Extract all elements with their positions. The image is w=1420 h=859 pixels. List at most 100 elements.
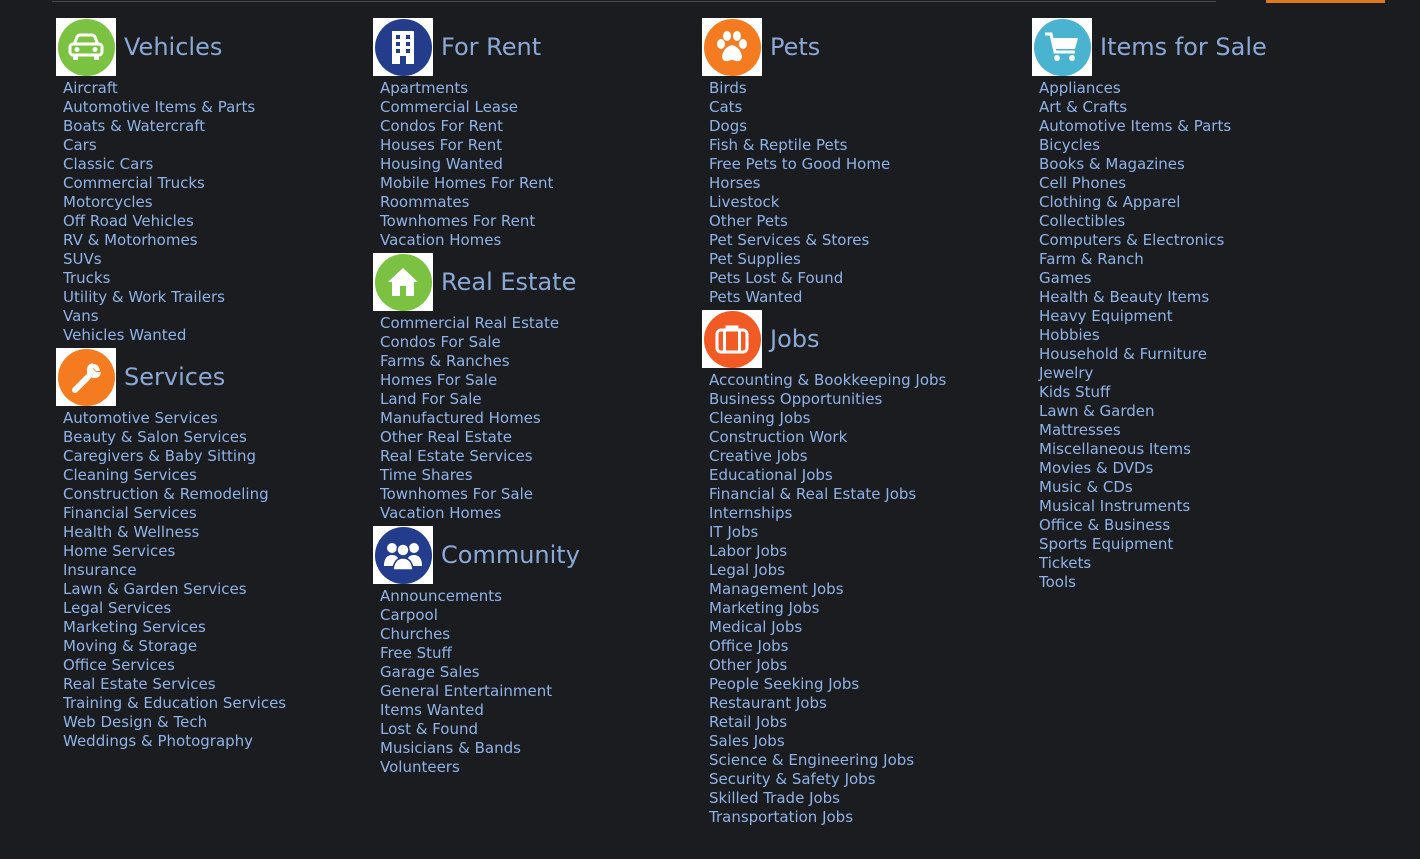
link-bicycles[interactable]: Bicycles <box>1039 136 1267 155</box>
link-label[interactable]: Cats <box>709 98 742 116</box>
link-pet-supplies[interactable]: Pet Supplies <box>709 250 946 269</box>
link-label[interactable]: Farms & Ranches <box>380 352 510 370</box>
link-label[interactable]: Fish & Reptile Pets <box>709 136 847 154</box>
link-label[interactable]: Lost & Found <box>380 720 478 738</box>
link-label[interactable]: Vacation Homes <box>380 231 501 249</box>
link-label[interactable]: Legal Jobs <box>709 561 785 579</box>
link-townhomes-for-sale[interactable]: Townhomes For Sale <box>380 485 580 504</box>
link-caregivers-and-baby-sitting[interactable]: Caregivers & Baby Sitting <box>63 447 286 466</box>
link-label[interactable]: Medical Jobs <box>709 618 802 636</box>
link-label[interactable]: Other Real Estate <box>380 428 512 446</box>
link-label[interactable]: Household & Furniture <box>1039 345 1207 363</box>
link-cleaning-jobs[interactable]: Cleaning Jobs <box>709 409 946 428</box>
link-label[interactable]: Business Opportunities <box>709 390 882 408</box>
link-label[interactable]: Caregivers & Baby Sitting <box>63 447 256 465</box>
link-label[interactable]: Internships <box>709 504 792 522</box>
link-motorcycles[interactable]: Motorcycles <box>63 193 286 212</box>
link-label[interactable]: Motorcycles <box>63 193 153 211</box>
link-aircraft[interactable]: Aircraft <box>63 79 286 98</box>
link-livestock[interactable]: Livestock <box>709 193 946 212</box>
link-label[interactable]: Moving & Storage <box>63 637 197 655</box>
link-label[interactable]: Aircraft <box>63 79 118 97</box>
category-title[interactable]: Pets <box>770 35 820 59</box>
category-header[interactable]: Items for Sale <box>1032 18 1267 76</box>
link-movies-and-dvds[interactable]: Movies & DVDs <box>1039 459 1267 478</box>
link-art-and-crafts[interactable]: Art & Crafts <box>1039 98 1267 117</box>
link-boats-and-watercraft[interactable]: Boats & Watercraft <box>63 117 286 136</box>
link-label[interactable]: Apartments <box>380 79 468 97</box>
link-trucks[interactable]: Trucks <box>63 269 286 288</box>
link-label[interactable]: IT Jobs <box>709 523 758 541</box>
link-label[interactable]: Vehicles Wanted <box>63 326 186 344</box>
link-label[interactable]: Pet Supplies <box>709 250 801 268</box>
link-label[interactable]: Legal Services <box>63 599 171 617</box>
link-label[interactable]: Clothing & Apparel <box>1039 193 1180 211</box>
link-educational-jobs[interactable]: Educational Jobs <box>709 466 946 485</box>
link-announcements[interactable]: Announcements <box>380 587 580 606</box>
link-label[interactable]: Financial & Real Estate Jobs <box>709 485 916 503</box>
link-label[interactable]: Restaurant Jobs <box>709 694 827 712</box>
link-label[interactable]: Vans <box>63 307 99 325</box>
link-label[interactable]: Marketing Jobs <box>709 599 819 617</box>
link-moving-and-storage[interactable]: Moving & Storage <box>63 637 286 656</box>
link-accounting-and-bookkeeping-jobs[interactable]: Accounting & Bookkeeping Jobs <box>709 371 946 390</box>
link-commercial-lease[interactable]: Commercial Lease <box>380 98 580 117</box>
link-volunteers[interactable]: Volunteers <box>380 758 580 777</box>
link-label[interactable]: Carpool <box>380 606 438 624</box>
link-off-road-vehicles[interactable]: Off Road Vehicles <box>63 212 286 231</box>
link-label[interactable]: Birds <box>709 79 747 97</box>
link-label[interactable]: Heavy Equipment <box>1039 307 1173 325</box>
link-label[interactable]: Homes For Sale <box>380 371 497 389</box>
people-icon[interactable] <box>373 526 433 584</box>
link-label[interactable]: Garage Sales <box>380 663 480 681</box>
category-title[interactable]: Community <box>441 543 580 567</box>
link-tools[interactable]: Tools <box>1039 573 1267 592</box>
link-miscellaneous-items[interactable]: Miscellaneous Items <box>1039 440 1267 459</box>
link-it-jobs[interactable]: IT Jobs <box>709 523 946 542</box>
link-internships[interactable]: Internships <box>709 504 946 523</box>
category-title[interactable]: Real Estate <box>441 270 576 294</box>
link-heavy-equipment[interactable]: Heavy Equipment <box>1039 307 1267 326</box>
link-label[interactable]: Trucks <box>63 269 110 287</box>
link-condos-for-rent[interactable]: Condos For Rent <box>380 117 580 136</box>
paw-icon[interactable] <box>702 18 762 76</box>
link-home-services[interactable]: Home Services <box>63 542 286 561</box>
link-musical-instruments[interactable]: Musical Instruments <box>1039 497 1267 516</box>
link-transportation-jobs[interactable]: Transportation Jobs <box>709 808 946 827</box>
wrench-icon[interactable] <box>56 348 116 406</box>
link-label[interactable]: SUVs <box>63 250 102 268</box>
link-construction-and-remodeling[interactable]: Construction & Remodeling <box>63 485 286 504</box>
link-label[interactable]: Kids Stuff <box>1039 383 1110 401</box>
briefcase-icon[interactable] <box>702 310 762 368</box>
link-other-jobs[interactable]: Other Jobs <box>709 656 946 675</box>
link-hobbies[interactable]: Hobbies <box>1039 326 1267 345</box>
link-label[interactable]: Accounting & Bookkeeping Jobs <box>709 371 946 389</box>
link-cars[interactable]: Cars <box>63 136 286 155</box>
link-horses[interactable]: Horses <box>709 174 946 193</box>
link-security-and-safety-jobs[interactable]: Security & Safety Jobs <box>709 770 946 789</box>
link-free-stuff[interactable]: Free Stuff <box>380 644 580 663</box>
link-label[interactable]: Movies & DVDs <box>1039 459 1153 477</box>
link-business-opportunities[interactable]: Business Opportunities <box>709 390 946 409</box>
link-label[interactable]: Mattresses <box>1039 421 1121 439</box>
link-label[interactable]: Health & Beauty Items <box>1039 288 1209 306</box>
link-commercial-real-estate[interactable]: Commercial Real Estate <box>380 314 580 333</box>
link-tickets[interactable]: Tickets <box>1039 554 1267 573</box>
link-label[interactable]: Automotive Items & Parts <box>1039 117 1231 135</box>
car-icon[interactable] <box>56 18 116 76</box>
link-label[interactable]: Weddings & Photography <box>63 732 253 750</box>
link-label[interactable]: Cleaning Jobs <box>709 409 810 427</box>
link-mobile-homes-for-rent[interactable]: Mobile Homes For Rent <box>380 174 580 193</box>
link-time-shares[interactable]: Time Shares <box>380 466 580 485</box>
link-label[interactable]: Condos For Rent <box>380 117 503 135</box>
link-garage-sales[interactable]: Garage Sales <box>380 663 580 682</box>
link-label[interactable]: Vacation Homes <box>380 504 501 522</box>
link-music-and-cds[interactable]: Music & CDs <box>1039 478 1267 497</box>
link-label[interactable]: Management Jobs <box>709 580 844 598</box>
link-label[interactable]: Commercial Trucks <box>63 174 205 192</box>
link-label[interactable]: Automotive Items & Parts <box>63 98 255 116</box>
link-real-estate-services[interactable]: Real Estate Services <box>63 675 286 694</box>
link-household-and-furniture[interactable]: Household & Furniture <box>1039 345 1267 364</box>
link-label[interactable]: Educational Jobs <box>709 466 833 484</box>
link-churches[interactable]: Churches <box>380 625 580 644</box>
